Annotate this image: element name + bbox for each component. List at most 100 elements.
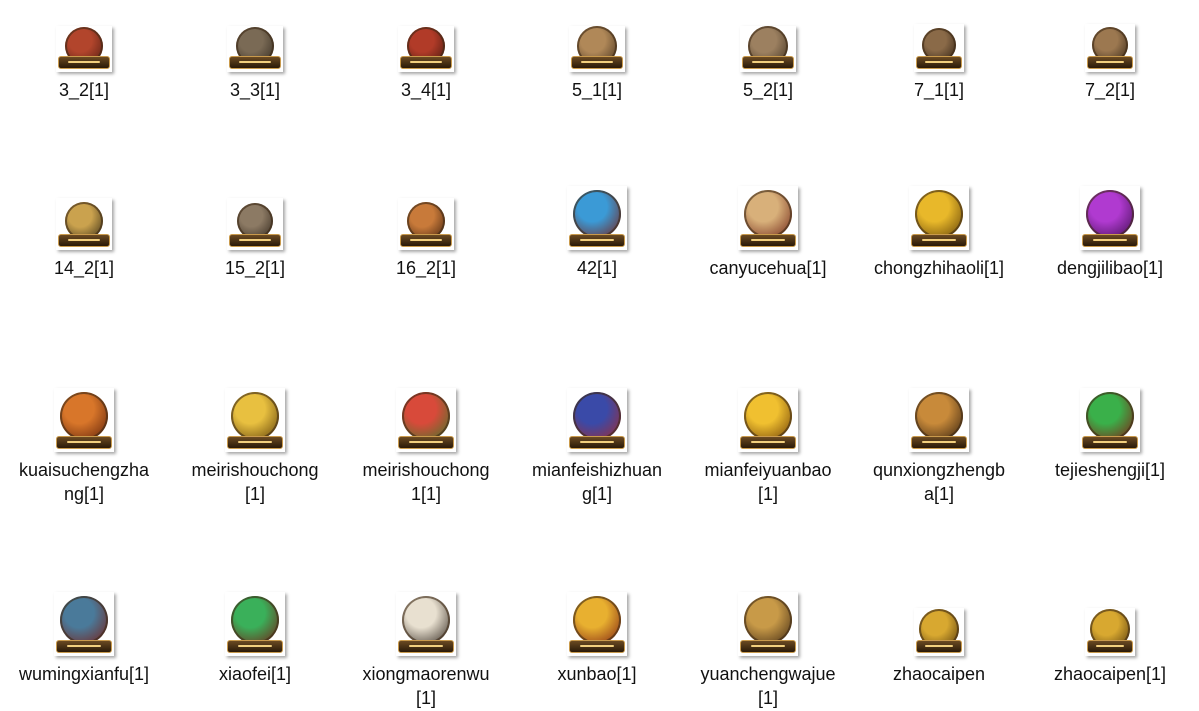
file-name-label: 3_2[1] xyxy=(58,80,110,100)
file-item[interactable]: 3_4[1] xyxy=(356,26,496,102)
icon-caption-ribbon xyxy=(400,56,452,69)
file-item[interactable]: xunbao[1] xyxy=(527,592,667,686)
icon-caption-ribbon xyxy=(916,56,962,69)
file-name-label: meirishouchong1[1] xyxy=(362,460,490,504)
file-thumbnail[interactable] xyxy=(738,388,798,452)
icon-caption-ribbon xyxy=(58,234,110,247)
file-item[interactable]: wumingxianfu[1] xyxy=(14,592,154,686)
file-item[interactable]: meirishouchong[1] xyxy=(185,388,325,506)
file-name-label: wumingxianfu[1] xyxy=(18,664,150,684)
file-thumbnail[interactable] xyxy=(738,592,798,656)
icon-caption-ribbon xyxy=(227,640,283,653)
file-item[interactable]: mianfeiyuanbao[1] xyxy=(698,388,838,506)
file-thumbnail[interactable] xyxy=(54,592,114,656)
icon-caption-ribbon xyxy=(1082,234,1138,247)
file-item[interactable]: 5_2[1] xyxy=(698,26,838,102)
file-name-label: xiongmaorenwu[1] xyxy=(362,664,490,708)
icon-caption-ribbon xyxy=(1082,436,1138,449)
file-name-label: mianfeishizhuang[1] xyxy=(531,460,663,504)
file-thumbnail[interactable] xyxy=(740,26,796,72)
file-thumbnail[interactable] xyxy=(227,198,283,250)
file-item[interactable]: dengjilibao[1] xyxy=(1040,186,1180,280)
file-thumbnail[interactable] xyxy=(909,186,969,250)
file-name-label: 7_1[1] xyxy=(913,80,965,100)
file-thumbnail[interactable] xyxy=(569,26,625,72)
file-name-label: 5_1[1] xyxy=(571,80,623,100)
crossed-maces-icon xyxy=(915,392,963,441)
file-thumbnail[interactable] xyxy=(1085,24,1135,72)
file-item[interactable]: 16_2[1] xyxy=(356,198,496,280)
icon-caption-ribbon xyxy=(400,234,452,247)
icon-caption-ribbon xyxy=(569,436,625,449)
icon-caption-ribbon xyxy=(916,640,962,653)
file-thumbnail[interactable] xyxy=(398,198,454,250)
file-name-label: tejieshengji[1] xyxy=(1054,460,1166,480)
icon-caption-ribbon xyxy=(571,56,623,69)
file-item[interactable]: 15_2[1] xyxy=(185,198,325,280)
icon-caption-ribbon xyxy=(398,640,454,653)
file-item[interactable]: zhaocaipen[1] xyxy=(1040,608,1180,686)
file-thumbnail[interactable] xyxy=(914,608,964,656)
file-name-label: qunxiongzhengba[1] xyxy=(872,460,1006,504)
file-item[interactable]: 42[1] xyxy=(527,186,667,280)
file-thumbnail[interactable] xyxy=(567,186,627,250)
file-item[interactable]: 7_2[1] xyxy=(1040,24,1180,102)
file-name-label: 16_2[1] xyxy=(395,258,457,278)
scroll-icon xyxy=(744,190,792,239)
file-item[interactable]: tejieshengji[1] xyxy=(1040,388,1180,482)
file-thumbnail[interactable] xyxy=(54,388,114,452)
file-thumbnail[interactable] xyxy=(56,198,112,250)
jade-ring-icon xyxy=(231,596,279,645)
file-thumbnail[interactable] xyxy=(227,26,283,72)
icon-caption-ribbon xyxy=(229,234,281,247)
anniversary-icon xyxy=(573,190,621,239)
file-thumbnail[interactable] xyxy=(225,388,285,452)
file-item[interactable]: kuaisuchengzhang[1] xyxy=(14,388,154,506)
file-thumbnail[interactable] xyxy=(225,592,285,656)
file-item[interactable]: zhaocaipen xyxy=(869,608,1009,686)
file-name-label: canyucehua[1] xyxy=(709,258,827,278)
file-item[interactable]: xiaofei[1] xyxy=(185,592,325,686)
file-item[interactable]: 3_3[1] xyxy=(185,26,325,102)
file-name-label: zhaocaipen xyxy=(892,664,986,684)
file-name-label: 7_2[1] xyxy=(1084,80,1136,100)
icon-caption-ribbon xyxy=(56,436,112,449)
icon-caption-ribbon xyxy=(740,436,796,449)
file-item[interactable]: mianfeishizhuang[1] xyxy=(527,388,667,506)
ring-upgrade-icon xyxy=(1086,392,1134,441)
file-name-label: 14_2[1] xyxy=(53,258,115,278)
file-thumbnail[interactable] xyxy=(396,388,456,452)
file-item[interactable]: meirishouchong1[1] xyxy=(356,388,496,506)
file-item[interactable]: qunxiongzhengba[1] xyxy=(869,388,1009,506)
icon-caption-ribbon xyxy=(569,234,625,247)
robe-icon xyxy=(573,392,621,441)
file-thumbnail[interactable] xyxy=(396,592,456,656)
file-item[interactable]: 7_1[1] xyxy=(869,24,1009,102)
file-item[interactable]: canyucehua[1] xyxy=(698,186,838,280)
file-item[interactable]: xiongmaorenwu[1] xyxy=(356,592,496,710)
mining-pick-icon xyxy=(744,596,792,645)
file-item[interactable]: 14_2[1] xyxy=(14,198,154,280)
icon-caption-ribbon xyxy=(740,234,796,247)
file-item[interactable]: 5_1[1] xyxy=(527,26,667,102)
file-name-label: xunbao[1] xyxy=(557,664,637,684)
file-thumbnail[interactable] xyxy=(909,388,969,452)
file-thumbnail[interactable] xyxy=(1080,388,1140,452)
file-item[interactable]: 3_2[1] xyxy=(14,26,154,102)
file-thumbnail[interactable] xyxy=(398,26,454,72)
file-item[interactable]: yuanchengwajue[1] xyxy=(698,592,838,710)
gift-box-icon xyxy=(1086,190,1134,239)
file-item[interactable]: chongzhihaoli[1] xyxy=(869,186,1009,280)
file-thumbnail[interactable] xyxy=(567,388,627,452)
icon-caption-ribbon xyxy=(58,56,110,69)
panda-icon xyxy=(402,596,450,645)
file-thumbnail[interactable] xyxy=(56,26,112,72)
file-thumbnail[interactable] xyxy=(1085,608,1135,656)
icon-caption-ribbon xyxy=(1087,640,1133,653)
file-thumbnail[interactable] xyxy=(914,24,964,72)
file-name-label: kuaisuchengzhang[1] xyxy=(18,460,150,504)
file-thumbnail[interactable] xyxy=(567,592,627,656)
file-thumbnail[interactable] xyxy=(738,186,798,250)
file-thumbnail[interactable] xyxy=(1080,186,1140,250)
file-name-label: 42[1] xyxy=(576,258,618,278)
